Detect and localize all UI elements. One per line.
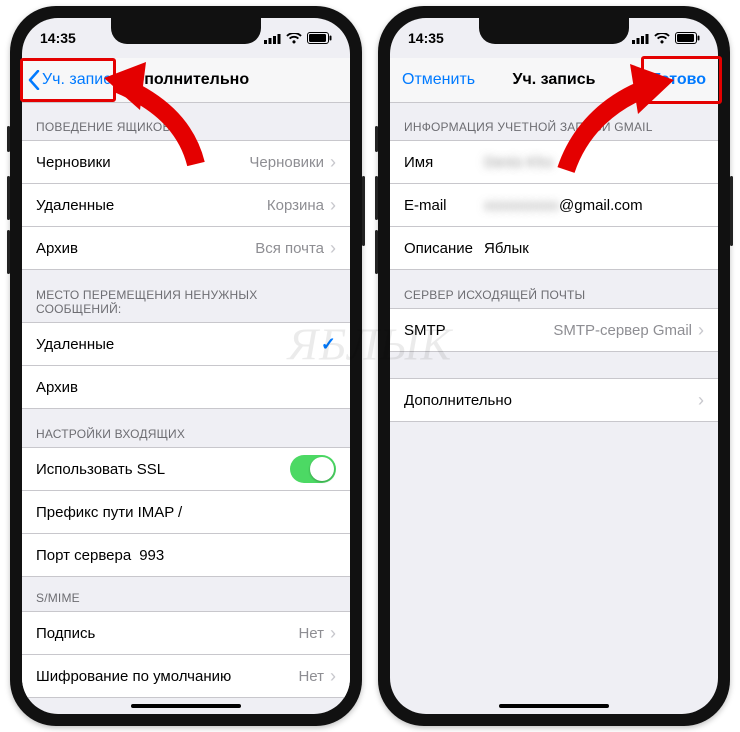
row-smtp[interactable]: SMTP SMTP-сервер Gmail ›: [390, 308, 718, 352]
volume-down-button: [375, 230, 378, 274]
battery-icon: [307, 32, 332, 44]
row-imap-prefix[interactable]: Префикс пути IMAP /: [22, 490, 350, 533]
chevron-right-icon: ›: [330, 666, 336, 687]
chevron-left-icon: [28, 70, 40, 90]
chevron-right-icon: ›: [330, 238, 336, 259]
row-value: Корзина: [267, 197, 324, 214]
row-label: Архив: [36, 379, 78, 396]
status-icons: [632, 32, 700, 44]
navbar: Уч. запись Дополнительно: [22, 58, 350, 103]
row-use-ssl[interactable]: Использовать SSL: [22, 447, 350, 490]
navbar: Отменить Уч. запись Готово: [390, 58, 718, 103]
home-indicator[interactable]: [499, 704, 609, 708]
chevron-right-icon: ›: [698, 320, 704, 341]
field-value-email-hidden: xxxxxxxxxx: [484, 197, 559, 214]
volume-up-button: [7, 176, 10, 220]
settings-content[interactable]: ПОВЕДЕНИЕ ЯЩИКОВ Черновики Черновики › У…: [22, 102, 350, 714]
section-header-incoming: НАСТРОЙКИ ВХОДЯЩИХ: [22, 409, 350, 447]
section-header-move: МЕСТО ПЕРЕМЕЩЕНИЯ НЕНУЖНЫХ СООБЩЕНИЙ:: [22, 270, 350, 322]
section-header-smtp: СЕРВЕР ИСХОДЯЩЕЙ ПОЧТЫ: [390, 270, 718, 308]
power-button: [730, 176, 733, 246]
clock: 14:35: [40, 30, 76, 46]
row-value: /: [178, 504, 182, 521]
row-label: Шифрование по умолчанию: [36, 668, 231, 685]
notch: [479, 18, 629, 44]
row-label: Подпись: [36, 625, 95, 642]
row-label: Архив: [36, 240, 78, 257]
mute-switch: [375, 126, 378, 152]
field-label: Имя: [404, 154, 484, 171]
chevron-right-icon: ›: [698, 390, 704, 411]
section-header-behavior: ПОВЕДЕНИЕ ЯЩИКОВ: [22, 102, 350, 140]
volume-up-button: [375, 176, 378, 220]
row-value: SMTP-сервер Gmail: [553, 322, 692, 339]
power-button: [362, 176, 365, 246]
row-label: Порт сервера: [36, 547, 131, 564]
wifi-icon: [654, 33, 670, 44]
clock: 14:35: [408, 30, 444, 46]
row-move-deleted[interactable]: Удаленные ✓: [22, 322, 350, 365]
row-server-port[interactable]: Порт сервера 993: [22, 533, 350, 577]
row-value: Нет: [298, 668, 324, 685]
back-button[interactable]: Уч. запись: [22, 70, 120, 90]
row-value: 993: [139, 547, 164, 564]
row-archive[interactable]: Архив Вся почта ›: [22, 226, 350, 270]
section-header-info: ИНФОРМАЦИЯ УЧЕТНОЙ ЗАПИСИ GMAIL: [390, 102, 718, 140]
row-label: Черновики: [36, 154, 111, 171]
row-label: SMTP: [404, 322, 446, 339]
battery-icon: [675, 32, 700, 44]
phone-right: 14:35 Отменить Уч. запись Готово ИНФОРМА…: [378, 6, 730, 726]
field-value-description: Яблык: [484, 240, 529, 257]
row-label: Удаленные: [36, 197, 114, 214]
chevron-right-icon: ›: [330, 623, 336, 644]
wifi-icon: [286, 33, 302, 44]
home-indicator[interactable]: [131, 704, 241, 708]
row-drafts[interactable]: Черновики Черновики ›: [22, 140, 350, 183]
checkmark-icon: ✓: [321, 334, 336, 355]
cancel-button[interactable]: Отменить: [390, 71, 475, 89]
row-value: Вся почта: [255, 240, 324, 257]
status-icons: [264, 32, 332, 44]
cellular-icon: [264, 33, 281, 44]
row-signature[interactable]: Подпись Нет ›: [22, 611, 350, 654]
row-encryption[interactable]: Шифрование по умолчанию Нет ›: [22, 654, 350, 698]
row-description[interactable]: Описание Яблык: [390, 226, 718, 270]
row-value: Нет: [298, 625, 324, 642]
screen-left: 14:35 Уч. запись Дополнительно ПОВЕДЕНИЕ…: [22, 18, 350, 714]
chevron-right-icon: ›: [330, 195, 336, 216]
row-name[interactable]: Имя Denis Kho: [390, 140, 718, 183]
field-label: E-mail: [404, 197, 484, 214]
section-header-smime: S/MIME: [22, 577, 350, 611]
row-label: Использовать SSL: [36, 461, 165, 478]
row-value: Черновики: [249, 154, 324, 171]
row-move-archive[interactable]: Архив: [22, 365, 350, 409]
row-label: Дополнительно: [404, 392, 512, 409]
cellular-icon: [632, 33, 649, 44]
volume-down-button: [7, 230, 10, 274]
row-deleted[interactable]: Удаленные Корзина ›: [22, 183, 350, 226]
phone-left: 14:35 Уч. запись Дополнительно ПОВЕДЕНИЕ…: [10, 6, 362, 726]
mute-switch: [7, 126, 10, 152]
notch: [111, 18, 261, 44]
two-phone-screenshot: ЯБЛЫК 14:35 Уч. запись Дополните: [0, 0, 740, 732]
done-button[interactable]: Готово: [652, 71, 706, 89]
chevron-right-icon: ›: [330, 152, 336, 173]
field-label: Описание: [404, 240, 484, 257]
row-label: Удаленные: [36, 336, 114, 353]
row-advanced[interactable]: Дополнительно ›: [390, 378, 718, 422]
back-label: Уч. запись: [42, 71, 120, 89]
field-value-email-domain: @gmail.com: [559, 197, 643, 214]
screen-right: 14:35 Отменить Уч. запись Готово ИНФОРМА…: [390, 18, 718, 714]
account-content[interactable]: ИНФОРМАЦИЯ УЧЕТНОЙ ЗАПИСИ GMAIL Имя Deni…: [390, 102, 718, 714]
ssl-toggle[interactable]: [290, 455, 336, 483]
field-value-name: Denis Kho: [484, 154, 553, 171]
row-email[interactable]: E-mail xxxxxxxxxx@gmail.com: [390, 183, 718, 226]
row-label: Префикс пути IMAP: [36, 504, 174, 521]
